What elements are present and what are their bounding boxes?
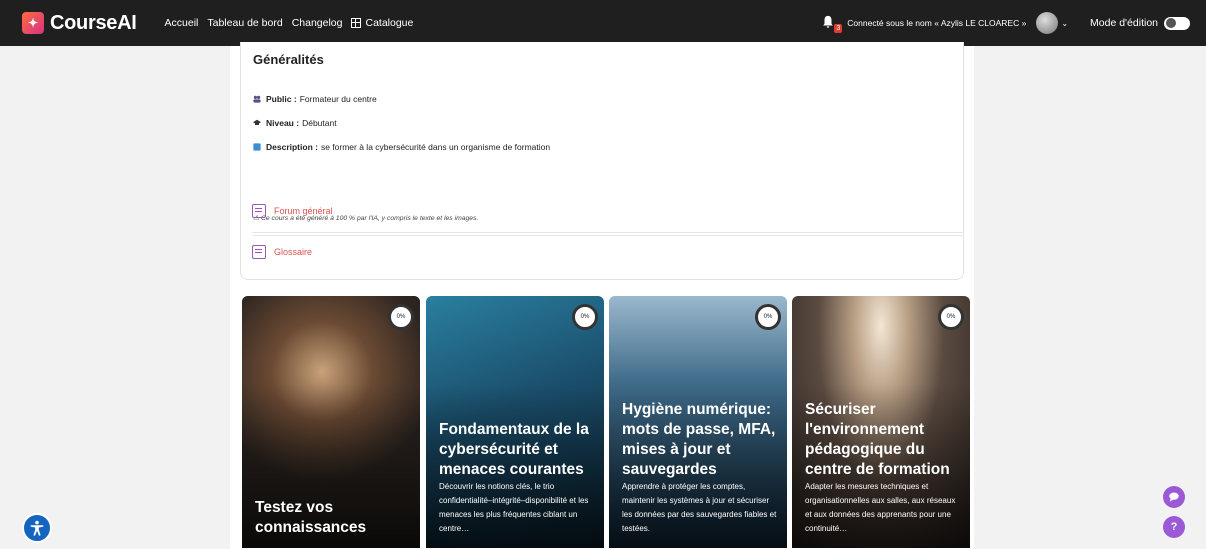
description-label: Description :	[266, 142, 318, 152]
edit-mode-label: Mode d'édition	[1090, 17, 1158, 29]
course-tile-fondamentaux[interactable]: 0% Fondamentaux de la cybersécurité et m…	[426, 296, 604, 548]
activity-label: Forum général	[274, 206, 333, 216]
level-value: Débutant	[302, 118, 337, 128]
public-value: Formateur du centre	[299, 94, 377, 104]
accessibility-icon[interactable]	[22, 513, 52, 543]
book-icon	[253, 143, 261, 151]
divider	[252, 232, 964, 233]
forum-icon	[252, 204, 266, 218]
nav-tableau-de-bord[interactable]: Tableau de bord	[207, 17, 282, 29]
top-navbar: ✦ CourseAI Accueil Tableau de bord Chang…	[0, 0, 1206, 46]
public-label: Public :	[266, 94, 297, 104]
tile-title: Sécuriser l'environnement pédagogique du…	[805, 401, 950, 478]
logged-in-as-text[interactable]: Connecté sous le nom « Azylis LE CLOAREC…	[847, 18, 1026, 28]
notification-bell-icon[interactable]: 3	[821, 15, 843, 33]
progress-ring: 0%	[755, 304, 781, 330]
tile-description: Adapter les mesures techniques et organi…	[805, 482, 956, 533]
glossary-icon	[252, 245, 266, 259]
general-section-card: Généralités Public : Formateur du centre…	[240, 42, 964, 280]
public-row: Public : Formateur du centre	[253, 94, 377, 104]
nav-changelog[interactable]: Changelog	[292, 17, 343, 29]
chevron-down-icon[interactable]: ⌄	[1061, 19, 1068, 28]
progress-ring: 0%	[572, 304, 598, 330]
course-tile-quiz[interactable]: 0% Testez vos connaissances	[242, 296, 420, 548]
tile-title: Testez vos connaissances	[255, 499, 367, 536]
chat-icon[interactable]	[1163, 486, 1185, 508]
catalogue-grid-icon	[351, 18, 362, 28]
nav-catalogue-label: Catalogue	[365, 17, 414, 29]
activity-forum-general[interactable]: Forum général	[252, 204, 333, 218]
brand-logo-icon: ✦	[22, 12, 44, 34]
progress-ring: 0%	[938, 304, 964, 330]
course-tile-hygiene[interactable]: 0% Hygiène numérique: mots de passe, MFA…	[609, 296, 787, 548]
people-icon	[253, 95, 261, 103]
activity-label: Glossaire	[274, 247, 313, 257]
level-row: Niveau : Débutant	[253, 118, 337, 128]
tile-title: Hygiène numérique: mots de passe, MFA, m…	[622, 401, 776, 478]
nav-catalogue[interactable]: Catalogue	[351, 17, 413, 29]
section-title: Généralités	[253, 52, 324, 67]
brand[interactable]: ✦ CourseAI	[22, 12, 137, 35]
user-avatar[interactable]	[1036, 12, 1059, 34]
notification-count-badge: 3	[834, 24, 843, 33]
course-content-panel: Généralités Public : Formateur du centre…	[230, 42, 974, 549]
tile-title: Fondamentaux de la cybersécurité et mena…	[439, 421, 589, 478]
tile-description: Apprendre à protéger les comptes, mainte…	[622, 482, 777, 533]
main-nav: Accueil Tableau de bord Changelog Catalo…	[165, 17, 423, 29]
activity-glossaire[interactable]: Glossaire	[252, 245, 312, 259]
description-row: Description : se former à la cybersécuri…	[253, 142, 550, 152]
description-value: se former à la cybersécurité dans un org…	[320, 142, 551, 152]
course-tile-environnement[interactable]: 0% Sécuriser l'environnement pédagogique…	[792, 296, 970, 548]
level-label: Niveau :	[266, 118, 300, 128]
progress-ring: 0%	[388, 304, 414, 330]
graduation-cap-icon	[253, 119, 261, 125]
edit-mode-toggle[interactable]	[1164, 16, 1190, 30]
tile-description: Découvrir les notions clés, le trio conf…	[439, 482, 589, 533]
brand-name: CourseAI	[50, 11, 137, 34]
user-menu-area: 3 Connecté sous le nom « Azylis LE CLOAR…	[821, 0, 1190, 46]
divider	[253, 235, 963, 236]
help-button[interactable]: ?	[1163, 516, 1185, 538]
nav-accueil[interactable]: Accueil	[165, 17, 199, 29]
